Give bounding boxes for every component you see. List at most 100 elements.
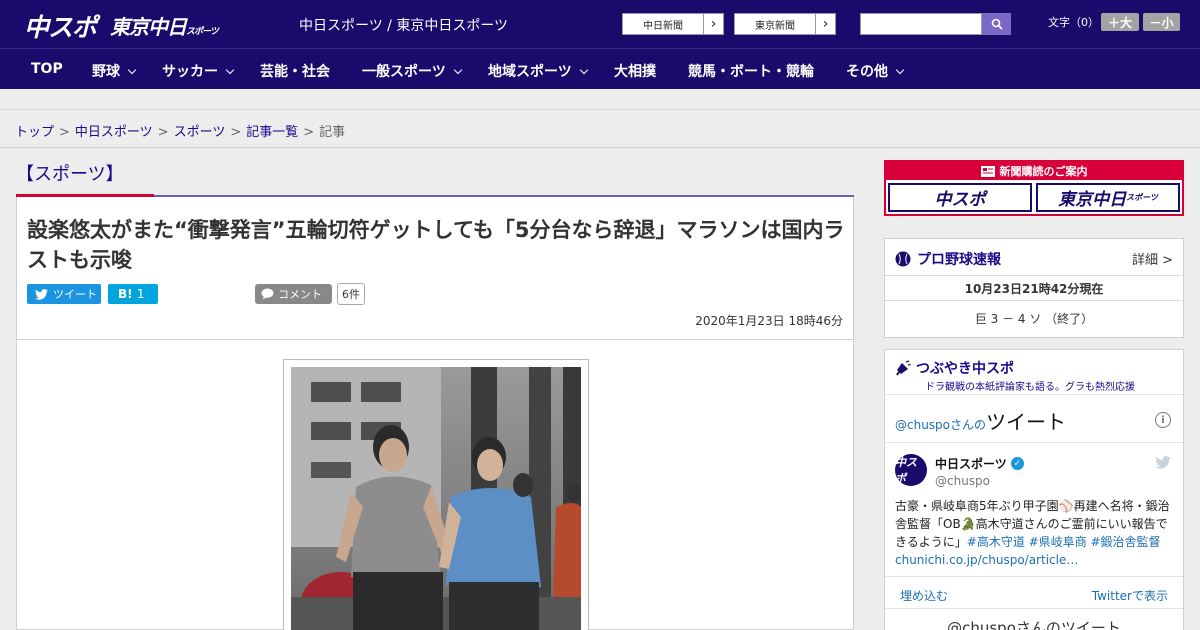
tweet-heading-handle: @chuspoさんの: [895, 418, 987, 432]
comment-button[interactable]: コメント: [255, 284, 332, 304]
article-photo-frame: [283, 359, 589, 630]
newspaper-icon: [980, 165, 995, 177]
twitter-logo: [1155, 456, 1171, 469]
avatar[interactable]: 中スポ: [895, 454, 927, 486]
nav-label: 野球: [92, 64, 120, 80]
tweet-account-handle[interactable]: @chuspo: [935, 474, 990, 488]
tokyo-chunichi-subscribe-logo[interactable]: 東京中日 スポーツ: [1036, 183, 1180, 212]
tweet-account-name[interactable]: 中日スポーツ ✓: [935, 455, 1024, 472]
nav-label: 大相撲: [614, 64, 656, 80]
embed-link[interactable]: 埋め込む: [900, 587, 948, 604]
chunichi-shimbun-label: 中日新聞: [643, 20, 683, 32]
divider: [885, 608, 1183, 609]
site-links[interactable]: 中日スポーツ / 東京中日スポーツ: [299, 15, 508, 35]
marathon-runners-photo: [291, 367, 581, 630]
divider: [885, 275, 1183, 276]
info-icon[interactable]: i: [1155, 412, 1171, 428]
tweet-button[interactable]: ツイート: [27, 284, 101, 304]
hatena-bookmark-button[interactable]: B! 1: [108, 284, 158, 304]
tweet-heading-word: ツイート: [986, 410, 1067, 434]
chevron-down-icon: [579, 65, 588, 75]
article-date: 2020年1月23日 18時46分: [695, 314, 843, 328]
font-size-decrease-button[interactable]: －小: [1143, 13, 1180, 31]
tweet-link[interactable]: chunichi.co.jp/chuspo/article…: [895, 553, 1078, 567]
chunichi-shimbun-button[interactable]: 中日新聞 ›: [622, 13, 724, 35]
baseball-game-score[interactable]: 巨 3 － 4 ソ （終了）: [885, 310, 1183, 327]
view-on-twitter-link[interactable]: Twitterで表示: [1092, 587, 1168, 604]
nav-label: その他: [846, 64, 888, 80]
top-header: 中スポ 東京中日スポーツ 中日スポーツ / 東京中日スポーツ 中日新聞 › 東京…: [0, 0, 1200, 48]
subscription-logos: 中スポ 東京中日 スポーツ: [886, 180, 1182, 215]
tweet-widget-title-text: つぶやき中スポ: [916, 361, 1014, 377]
tweet-widget-subtitle: ドラ観戦の本紙評論家も語る。グラも熱烈応援: [925, 382, 1135, 393]
chevron-down-icon: [127, 65, 137, 75]
tokyo-subscribe-text: 東京中日: [1058, 190, 1127, 210]
tweet-timeline-heading[interactable]: @chuspoさんのツイート: [895, 406, 1066, 435]
nav-local-sports[interactable]: 地域スポーツ: [488, 61, 588, 81]
tweet-label: ツイート: [53, 288, 97, 301]
chevron-right-icon: ›: [703, 14, 723, 34]
nav-top[interactable]: TOP: [31, 61, 63, 77]
spacer-band: [0, 89, 1200, 110]
article-photo[interactable]: [291, 367, 581, 630]
search-input[interactable]: [860, 13, 982, 35]
verified-badge-icon: ✓: [1010, 457, 1024, 470]
search-form: [860, 13, 1011, 35]
nav-label: TOP: [31, 61, 63, 77]
nav-sumo[interactable]: 大相撲: [614, 61, 656, 81]
divider: [885, 576, 1183, 577]
article-headline: 設楽悠太がまた“衝撃発言”五輪切符ゲットしても「5分台なら辞退」マラソンは国内ラ…: [27, 218, 845, 272]
baseball-detail-link[interactable]: 詳細 >: [1132, 249, 1173, 268]
article-divider: [17, 339, 855, 340]
tokyo-subscribe-small: スポーツ: [1126, 193, 1158, 202]
nav-soccer[interactable]: サッカー: [162, 61, 235, 81]
tokyo-chunichi-logo[interactable]: 東京中日スポーツ: [110, 11, 219, 40]
breadcrumb-chunichi-sports[interactable]: 中日スポーツ: [75, 125, 153, 140]
speech-bubble-icon: [261, 288, 274, 300]
nav-label: サッカー: [162, 64, 218, 80]
breadcrumb-sports[interactable]: スポーツ: [174, 125, 226, 140]
megaphone-icon: [896, 360, 911, 376]
baseball-scores-widget: プロ野球速報 詳細 > 10月23日21時42分現在 巨 3 － 4 ソ （終了…: [884, 238, 1184, 338]
tweet-hashtags[interactable]: #高木守道 #県岐阜商 #鍛治舎監督: [967, 535, 1161, 549]
more-tweets-link[interactable]: @chuspoさんのツイート: [885, 617, 1183, 630]
breadcrumb-article-list[interactable]: 記事一覧: [246, 125, 298, 140]
breadcrumb: トップ > 中日スポーツ > スポーツ > 記事一覧 > 記事: [15, 121, 345, 140]
chuspo-logo[interactable]: 中スポ: [24, 8, 97, 44]
twitter-bird-icon[interactable]: [1155, 454, 1171, 473]
chuspo-subscribe-logo[interactable]: 中スポ: [888, 183, 1032, 212]
chevron-right-icon: ›: [815, 14, 835, 34]
tokyo-shimbun-button[interactable]: 東京新聞 ›: [734, 13, 836, 35]
baseball-title-text: プロ野球速報: [917, 252, 1001, 268]
twitter-bird-icon: [35, 288, 48, 300]
divider: [885, 442, 1183, 443]
breadcrumb-separator: >: [303, 125, 315, 140]
divider: [885, 300, 1183, 301]
nav-other[interactable]: その他: [846, 61, 905, 81]
breadcrumb-separator: >: [157, 125, 169, 140]
baseball-widget-title: プロ野球速報: [895, 249, 1001, 269]
search-icon: [991, 18, 1003, 30]
comment-label: コメント: [278, 288, 322, 301]
main-nav: TOP 野球 サッカー 芸能・社会 一般スポーツ 地域スポーツ 大相撲 競馬・ボ…: [0, 48, 1200, 89]
chevron-down-icon: [225, 65, 235, 75]
baseball-icon: [895, 251, 911, 267]
nav-entertainment[interactable]: 芸能・社会: [260, 61, 330, 81]
account-name-text: 中日スポーツ: [935, 457, 1007, 471]
subscription-banner[interactable]: 新聞購読のご案内 中スポ 東京中日 スポーツ: [884, 160, 1184, 216]
nav-general-sports[interactable]: 一般スポーツ: [362, 61, 462, 81]
tokyo-logo-small: スポーツ: [186, 27, 219, 37]
hatena-count: 1: [136, 287, 145, 301]
chevron-down-icon: [895, 65, 905, 75]
font-size-increase-button[interactable]: ＋大: [1101, 13, 1139, 31]
tweet-widget-title: つぶやき中スポ: [895, 358, 1014, 378]
font-size-label: 文字（0）: [1048, 16, 1099, 29]
nav-baseball[interactable]: 野球: [92, 61, 137, 81]
nav-keiba[interactable]: 競馬・ボート・競輪: [688, 61, 814, 81]
chevron-down-icon: [453, 65, 462, 75]
search-button[interactable]: [982, 13, 1011, 35]
comment-count[interactable]: 6件: [337, 283, 365, 305]
breadcrumb-separator: >: [230, 125, 242, 140]
breadcrumb-top[interactable]: トップ: [15, 125, 54, 140]
subscription-label: 新聞購読のご案内: [999, 165, 1088, 178]
